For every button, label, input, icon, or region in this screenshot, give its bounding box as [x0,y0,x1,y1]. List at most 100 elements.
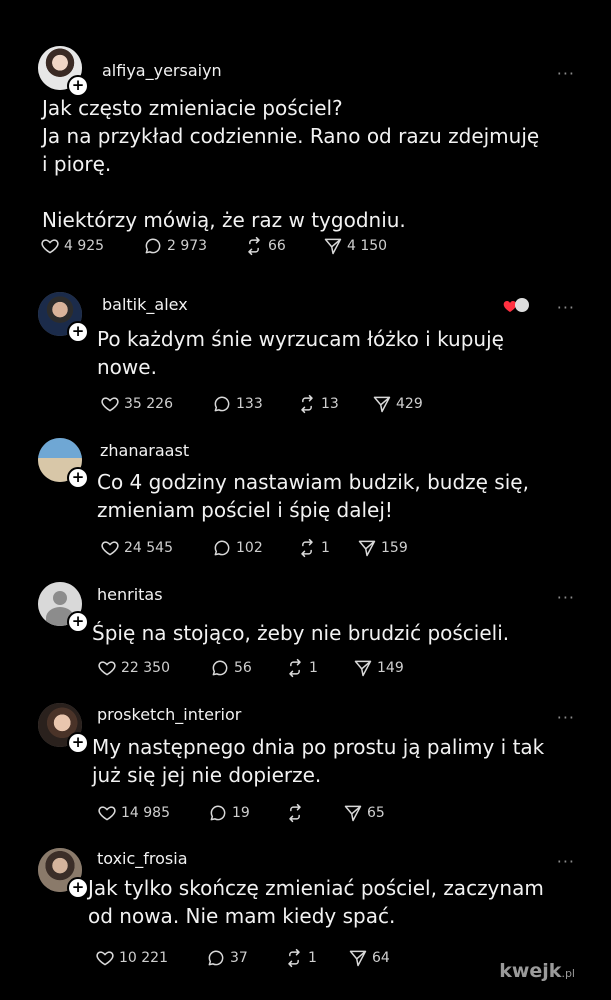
speech-bubble-icon [143,236,163,256]
share-count: 65 [367,805,385,821]
comment-button[interactable]: 2 973 [143,236,207,256]
action-bar: 4 925 2 973 66 4 150 [0,236,611,258]
repost-button[interactable]: 13 [297,394,339,414]
heart-outline-icon [95,948,115,968]
heart-outline-icon [97,803,117,823]
share-count: 64 [372,950,390,966]
follow-plus-icon[interactable]: + [67,877,89,899]
avatar[interactable]: + [38,703,89,754]
watermark-suffix: .pl [561,967,575,980]
share-button[interactable]: 429 [372,394,423,414]
like-button[interactable]: 22 350 [97,658,170,678]
like-button[interactable]: 4 925 [40,236,104,256]
username[interactable]: toxic_frosia [97,849,188,868]
username[interactable]: baltik_alex [102,295,188,314]
avatar[interactable]: + [38,582,89,633]
comment-count: 133 [236,396,263,412]
post-text: Śpię na stojąco, żeby nie brudzić poście… [92,621,510,645]
heart-outline-icon [100,394,120,414]
repost-arrows-icon [297,538,317,558]
like-count: 22 350 [121,660,170,676]
share-count: 149 [377,660,404,676]
speech-bubble-icon [212,538,232,558]
repost-button[interactable]: 1 [297,538,330,558]
more-options-icon[interactable]: ··· [557,852,575,871]
username[interactable]: henritas [97,585,163,604]
comment-button[interactable]: 133 [212,394,263,414]
repost-arrows-icon [285,803,305,823]
liked-by-author-icon [503,298,529,312]
watermark-main: kwejk [499,960,562,982]
username[interactable]: prosketch_interior [97,705,241,724]
post: + alfiya_yersaiyn ··· Jak często zmienia… [0,46,611,276]
action-bar: 24 545 102 1 159 [0,538,611,560]
follow-plus-icon[interactable]: + [67,321,89,343]
post: + prosketch_interior ··· My następnego d… [0,703,611,833]
post: + baltik_alex ··· Po każdym śnie wyrzuca… [0,292,611,422]
repost-button[interactable]: 1 [285,658,318,678]
more-options-icon[interactable]: ··· [557,64,575,83]
action-bar: 14 985 19 65 [0,803,611,825]
repost-count: 1 [309,660,318,676]
send-icon [343,803,363,823]
like-button[interactable]: 14 985 [97,803,170,823]
repost-arrows-icon [284,948,304,968]
repost-count: 13 [321,396,339,412]
like-count: 35 226 [124,396,173,412]
repost-button[interactable] [285,803,309,823]
send-icon [348,948,368,968]
speech-bubble-icon [212,394,232,414]
follow-plus-icon[interactable]: + [67,467,89,489]
heart-outline-icon [40,236,60,256]
send-icon [353,658,373,678]
post: + zhanaraast Co 4 godziny nastawiam budz… [0,438,611,568]
speech-bubble-icon [206,948,226,968]
share-count: 4 150 [347,238,388,254]
follow-plus-icon[interactable]: + [67,611,89,633]
send-icon [323,236,343,256]
heart-outline-icon [97,658,117,678]
more-options-icon[interactable]: ··· [557,298,575,317]
more-options-icon[interactable]: ··· [557,708,575,727]
avatar[interactable]: + [38,438,89,489]
speech-bubble-icon [210,658,230,678]
like-button[interactable]: 35 226 [100,394,173,414]
comment-button[interactable]: 102 [212,538,263,558]
share-count: 159 [381,540,408,556]
comment-button[interactable]: 19 [208,803,250,823]
username[interactable]: zhanaraast [100,441,189,460]
share-button[interactable]: 65 [343,803,385,823]
comment-button[interactable]: 37 [206,948,248,968]
share-button[interactable]: 64 [348,948,390,968]
like-count: 14 985 [121,805,170,821]
post-text: Co 4 godziny nastawiam budzik, budzę się… [97,470,529,522]
repost-button[interactable]: 1 [284,948,317,968]
post-text: Jak często zmieniacie pościel? Ja na prz… [42,96,540,232]
repost-count: 1 [321,540,330,556]
comment-button[interactable]: 56 [210,658,252,678]
like-button[interactable]: 24 545 [100,538,173,558]
share-button[interactable]: 4 150 [323,236,387,256]
share-button[interactable]: 149 [353,658,404,678]
comment-count: 56 [234,660,252,676]
post-text: My następnego dnia po prostu ją palimy i… [92,735,545,787]
action-bar: 35 226 133 13 429 [0,394,611,416]
share-button[interactable]: 159 [357,538,408,558]
send-icon [357,538,377,558]
repost-count: 1 [308,950,317,966]
avatar[interactable]: + [38,848,89,899]
post: + toxic_frosia ··· Jak tylko skończę zmi… [0,848,611,978]
comment-count: 2 973 [167,238,208,254]
avatar[interactable]: + [38,46,89,97]
follow-plus-icon[interactable]: + [67,732,89,754]
avatar[interactable]: + [38,292,89,343]
action-bar: 22 350 56 1 149 [0,658,611,680]
watermark-logo: kwejk.pl [499,960,575,982]
more-options-icon[interactable]: ··· [557,588,575,607]
post-text: Jak tylko skończę zmieniać pościel, zacz… [88,876,544,928]
repost-button[interactable]: 66 [244,236,286,256]
repost-arrows-icon [244,236,264,256]
post-text: Po każdym śnie wyrzucam łóżko i kupuję n… [97,327,504,379]
username[interactable]: alfiya_yersaiyn [102,61,222,80]
like-button[interactable]: 10 221 [95,948,168,968]
